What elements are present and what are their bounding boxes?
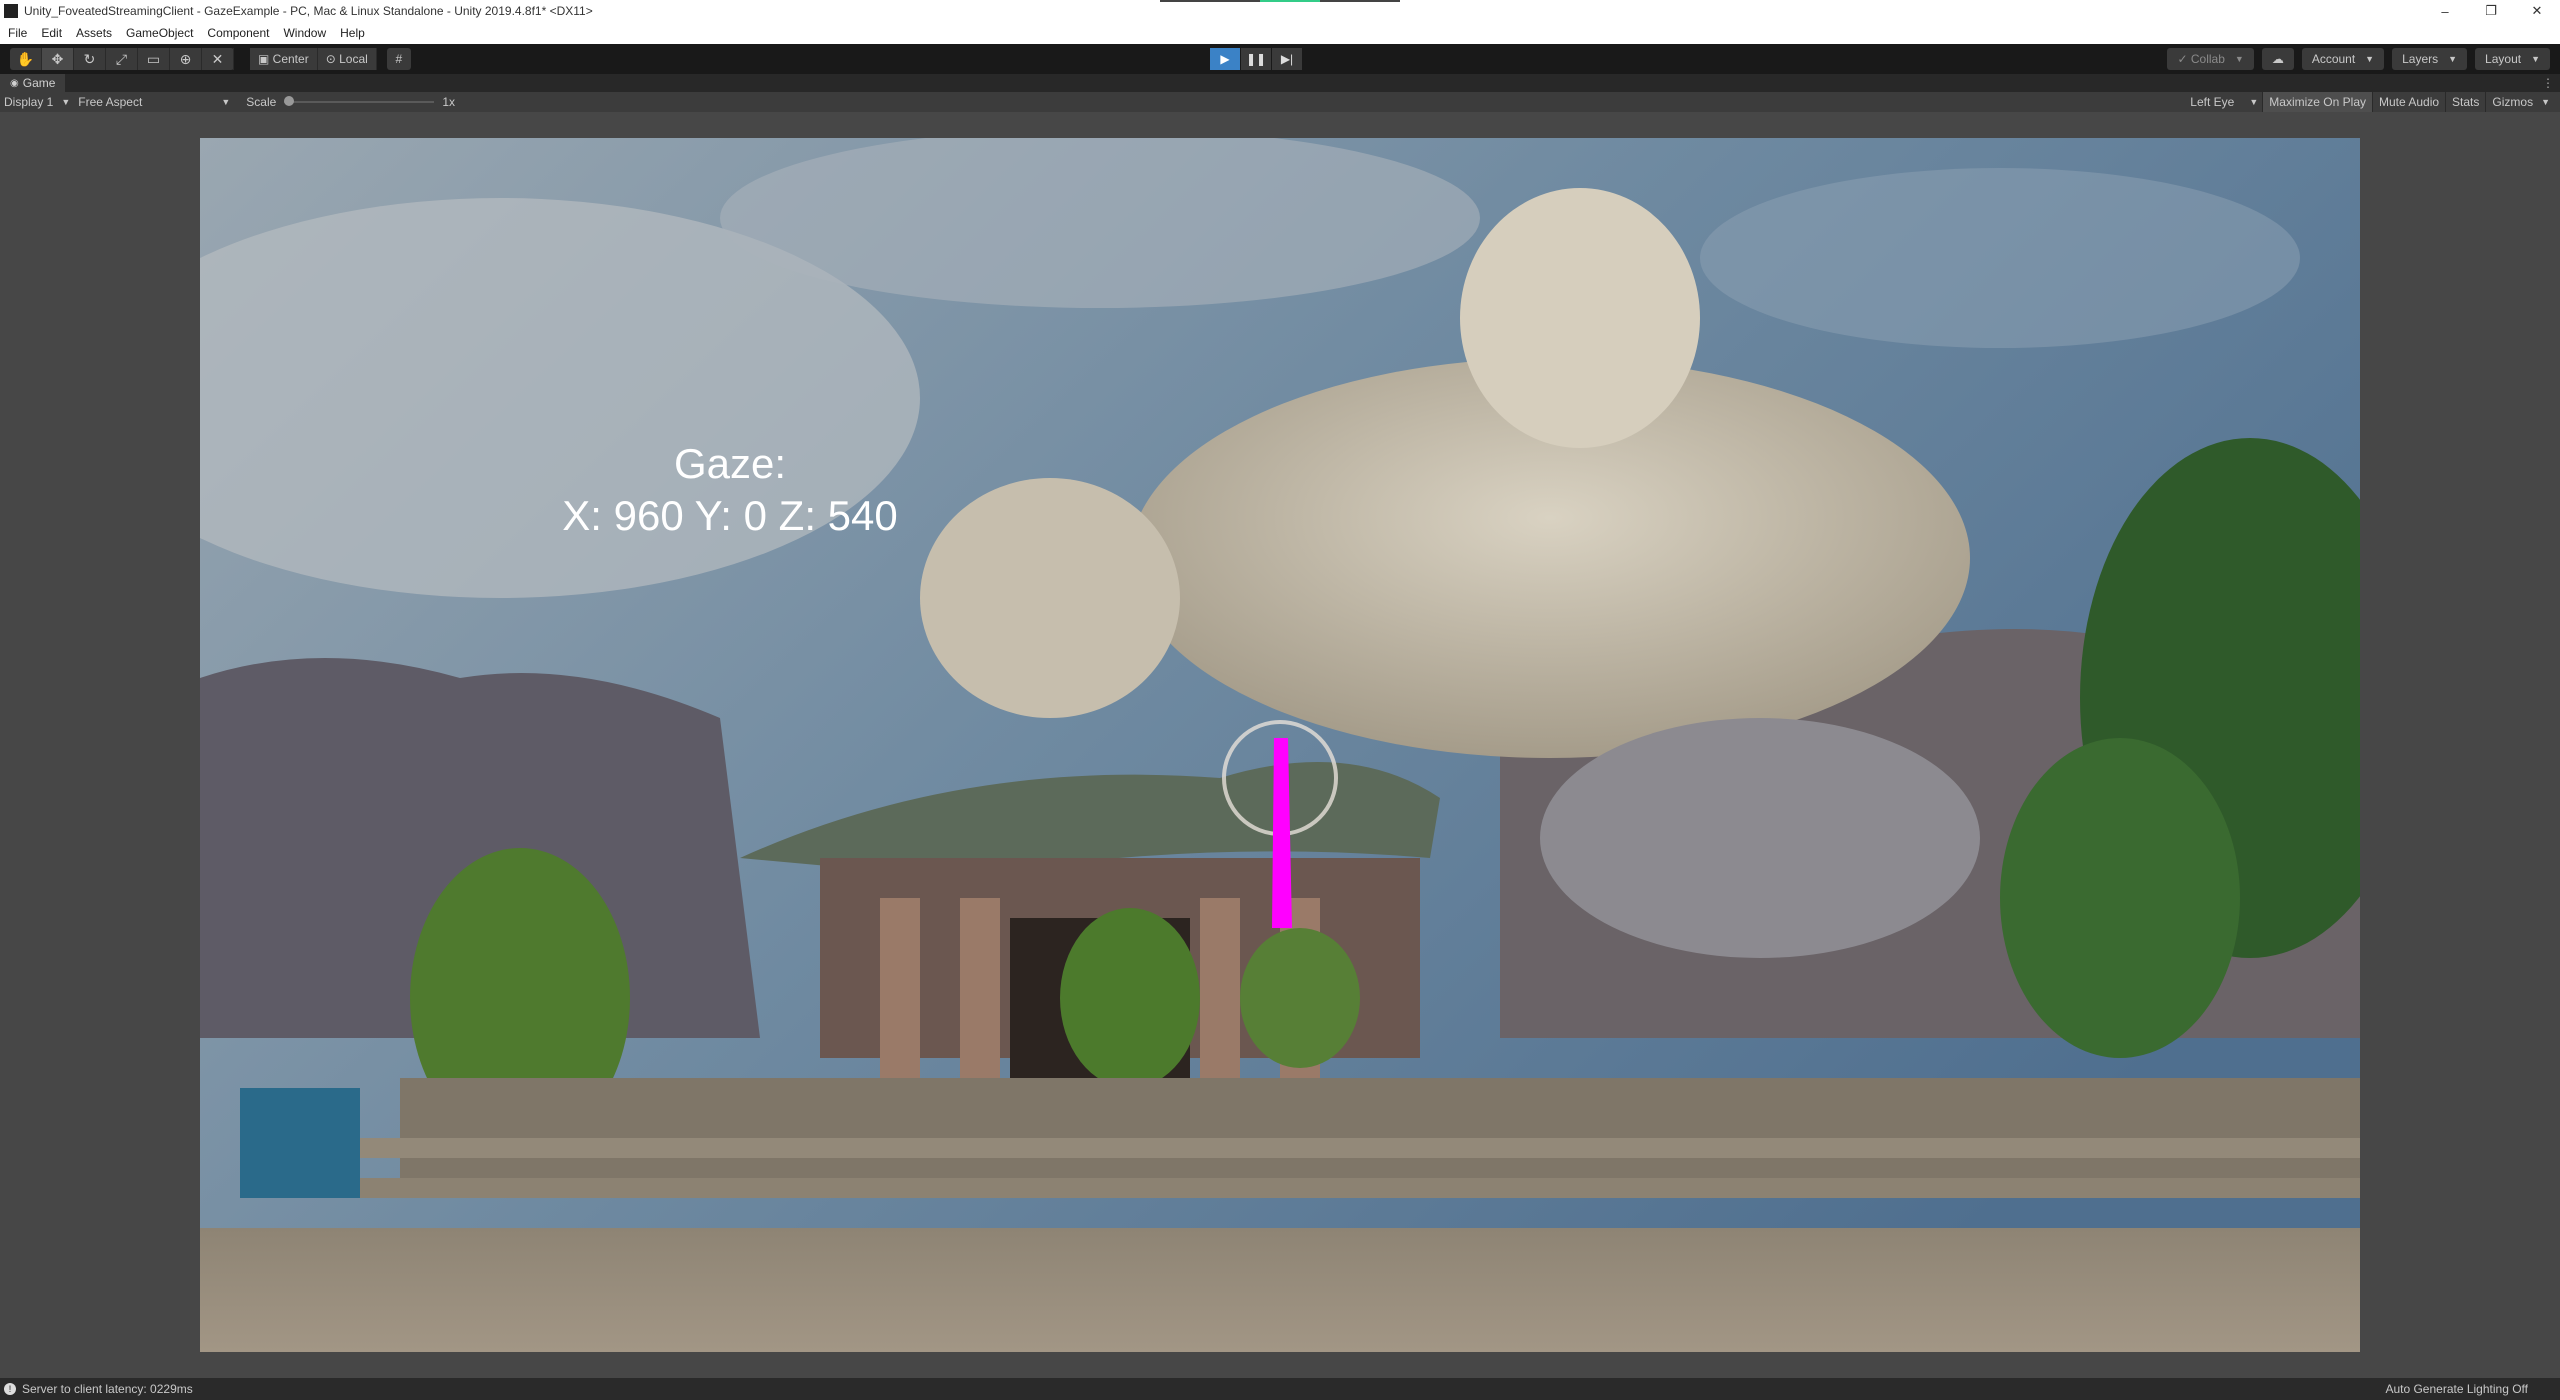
menu-gameobject[interactable]: GameObject (126, 26, 193, 40)
menu-edit[interactable]: Edit (41, 26, 62, 40)
restore-button[interactable]: ❐ (2468, 0, 2514, 22)
maximize-on-play-toggle[interactable]: Maximize On Play (2262, 92, 2372, 112)
gaze-readout: Gaze: X: 960 Y: 0 Z: 540 (200, 438, 1260, 542)
mute-audio-toggle[interactable]: Mute Audio (2372, 92, 2445, 112)
tab-bar: ◉ Game ⋮ (0, 74, 2560, 92)
rect-tool-button[interactable]: ▭ (138, 48, 170, 70)
close-button[interactable]: ✕ (2514, 0, 2560, 22)
pivot-icon: ▣ (258, 52, 273, 66)
chevron-down-icon: ▼ (2234, 54, 2244, 64)
progress-indicator (1160, 0, 1400, 2)
scale-label: Scale (246, 95, 277, 109)
transform-tool-button[interactable]: ⊕ (170, 48, 202, 70)
pause-icon: ❚❚ (1245, 52, 1267, 66)
menu-assets[interactable]: Assets (76, 26, 112, 40)
transform-tools: ✋ ✥ ↻ ⤢ ▭ ⊕ ✕ (10, 48, 234, 70)
game-view-toolbar: Display 1 ▼ Free Aspect ▼ Scale 1x Left Ey… (0, 92, 2560, 112)
chevron-down-icon: ▼ (2249, 97, 2259, 107)
step-button[interactable]: ▶| (1272, 48, 1302, 70)
aspect-dropdown[interactable]: Free Aspect ▼ (74, 92, 234, 112)
latency-message[interactable]: Server to client latency: 0229ms (22, 1382, 193, 1396)
transform-icon: ⊕ (179, 50, 192, 67)
scene-image (200, 138, 2360, 1352)
cloud-button[interactable]: ☁ (2261, 48, 2294, 70)
rotate-icon: ↻ (83, 50, 96, 67)
gizmos-dropdown[interactable]: Gizmos ▼ (2485, 92, 2556, 112)
stats-toggle[interactable]: Stats (2445, 92, 2485, 112)
gamepad-icon: ◉ (10, 77, 19, 89)
scale-tool-button[interactable]: ⤢ (106, 48, 138, 70)
hand-icon: ✋ (16, 50, 35, 67)
play-controls: ▶ ❚❚ ▶| (1210, 48, 1303, 70)
grid-snap-button[interactable]: # (386, 48, 411, 70)
menu-window[interactable]: Window (283, 26, 326, 40)
pivot-center-toggle[interactable]: ▣ Center (250, 48, 318, 70)
chevron-down-icon: ▼ (2448, 54, 2458, 64)
tab-game[interactable]: ◉ Game (0, 74, 66, 92)
custom-tool-button[interactable]: ✕ (202, 48, 234, 70)
collab-button[interactable]: ✓ Collab ▼ (2167, 48, 2254, 70)
title-bar: Unity_FoveatedStreamingClient - GazeExam… (0, 0, 2560, 22)
cloud-icon: ☁ (2271, 52, 2284, 66)
info-icon: ! (4, 1383, 16, 1395)
rotate-tool-button[interactable]: ↻ (74, 48, 106, 70)
menu-bar: File Edit Assets GameObject Component Wi… (0, 22, 2560, 44)
account-dropdown[interactable]: Account ▼ (2301, 48, 2385, 70)
chevron-down-icon: ▼ (2365, 54, 2375, 64)
menu-help[interactable]: Help (340, 26, 365, 40)
eye-dropdown[interactable]: Left Eye ▼ (2186, 92, 2262, 112)
gaze-title: Gaze: (673, 440, 787, 487)
status-bar: ! Server to client latency: 0229ms Auto … (0, 1378, 2560, 1400)
gaze-coordinates: X: 960 Y: 0 Z: 540 (562, 492, 898, 539)
minimize-button[interactable]: – (2422, 0, 2468, 22)
menu-component[interactable]: Component (207, 26, 269, 40)
chevron-down-icon: ▼ (221, 97, 231, 107)
display-dropdown[interactable]: Display 1 ▼ (0, 92, 74, 112)
unity-logo-icon (4, 4, 18, 18)
main-toolbar: ✋ ✥ ↻ ⤢ ▭ ⊕ ✕ ▣ Center ⊙ Local # ▶ ❚❚ ▶|… (0, 44, 2560, 74)
layers-dropdown[interactable]: Layers ▼ (2392, 48, 2468, 70)
game-viewport[interactable]: Gaze: X: 960 Y: 0 Z: 540 (0, 112, 2560, 1378)
scale-slider-handle[interactable] (284, 96, 295, 106)
play-button[interactable]: ▶ (1210, 48, 1240, 70)
tab-menu-icon[interactable]: ⋮ (2542, 76, 2554, 90)
rect-icon: ▭ (146, 50, 161, 67)
play-icon: ▶ (1220, 52, 1230, 66)
window-title: Unity_FoveatedStreamingClient - GazeExam… (24, 4, 593, 18)
lighting-status: Auto Generate Lighting Off (2385, 1382, 2528, 1396)
game-render[interactable]: Gaze: X: 960 Y: 0 Z: 540 (200, 138, 2360, 1352)
grid-icon: # (395, 52, 403, 66)
move-icon: ✥ (51, 50, 64, 67)
menu-file[interactable]: File (8, 26, 27, 40)
move-tool-button[interactable]: ✥ (42, 48, 74, 70)
custom-tool-icon: ✕ (211, 50, 224, 67)
chevron-down-icon: ▼ (2541, 97, 2550, 107)
chevron-down-icon: ▼ (61, 97, 71, 107)
local-space-icon: ⊙ (325, 52, 340, 66)
hand-tool-button[interactable]: ✋ (10, 48, 42, 70)
step-icon: ▶| (1280, 52, 1294, 66)
scale-icon: ⤢ (115, 50, 128, 67)
chevron-down-icon: ▼ (2531, 54, 2540, 64)
scale-slider[interactable] (284, 96, 435, 106)
layout-dropdown[interactable]: Layout ▼ (2475, 48, 2550, 70)
pivot-space-toggle[interactable]: ⊙ Local (317, 48, 377, 70)
scale-value: 1x (442, 95, 455, 109)
pause-button[interactable]: ❚❚ (1241, 48, 1271, 70)
check-icon: ✓ (2177, 52, 2191, 66)
